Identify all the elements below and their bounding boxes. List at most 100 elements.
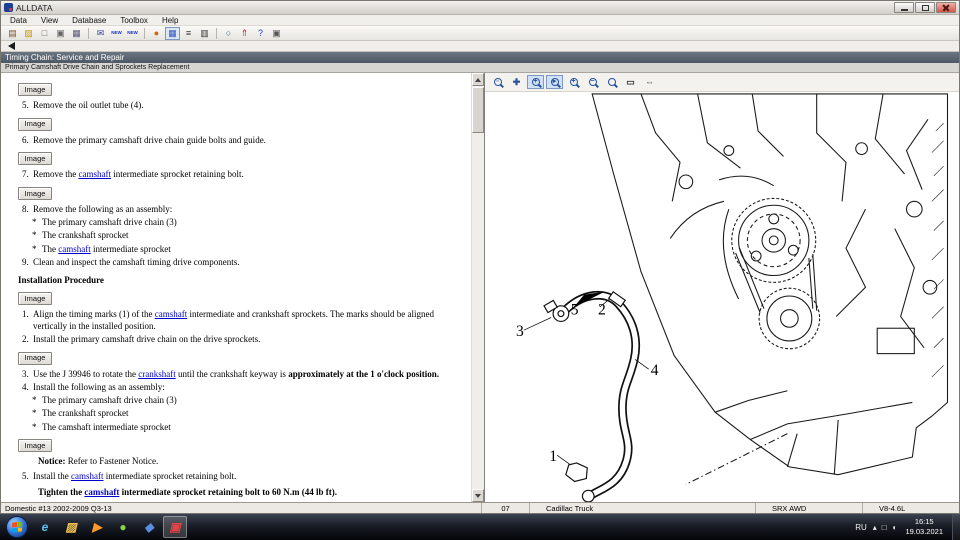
volume-icon[interactable]: ◖ [892, 523, 897, 532]
main-area: Image5.Remove the oil outlet tube (4).Im… [1, 73, 959, 502]
document-icon[interactable]: □ [37, 27, 52, 40]
pan-icon[interactable]: ✚ [508, 75, 525, 89]
maximize-button[interactable] [915, 2, 935, 13]
status-cell-2: Cadillac Truck [530, 503, 756, 513]
hidden-icons-icon[interactable]: ▴ [873, 523, 877, 532]
zoom-reset-icon[interactable] [603, 75, 620, 89]
zoom-in-icon[interactable]: + [565, 75, 582, 89]
bullet-marker: * [32, 395, 42, 407]
callout-1: 1 [549, 448, 557, 465]
procedure-link[interactable]: camshaft [84, 487, 119, 497]
close-button[interactable] [936, 2, 956, 13]
status-cell-3: SRX AWD [756, 503, 863, 513]
zoom-window-icon[interactable]: ▫ [489, 75, 506, 89]
folder-icon[interactable]: ▨ [21, 27, 36, 40]
status-bar: Domestic #13 2002-2009 Q3-1307Cadillac T… [1, 502, 959, 513]
new-item-icon[interactable]: NEW [109, 27, 124, 40]
language-indicator[interactable]: RU [855, 523, 867, 532]
tray-icons: ▴ □ ◖ [873, 523, 897, 532]
app-icon-blue[interactable]: ◆ [137, 516, 161, 538]
back-button[interactable] [8, 42, 15, 50]
procedure-link[interactable]: camshaft [79, 169, 111, 179]
fit-width-icon[interactable]: ⇔ [641, 75, 658, 89]
image-button[interactable]: Image [18, 118, 52, 131]
procedure-para: Tighten the camshaft intermediate sprock… [38, 487, 445, 499]
windows-flag-icon [12, 522, 22, 533]
show-desktop-button[interactable] [952, 514, 960, 540]
procedure-bullet: *The crankshaft sprocket [32, 408, 445, 420]
procedure-bullet: *The camshaft intermediate sprocket [32, 422, 445, 434]
taskbar-icons: e▨▶●◆▣ [32, 514, 188, 540]
help-icon[interactable]: ? [253, 27, 268, 40]
taskbar: e▨▶●◆▣ RU ▴ □ ◖ 16:15 19.03.2021 [0, 514, 960, 540]
procedure-link[interactable]: camshaft [155, 309, 187, 319]
menu-help[interactable]: Help [155, 16, 185, 25]
procedure-step: 7.Remove the camshaft intermediate sproc… [17, 169, 445, 181]
layout-list-icon[interactable]: ≡ [181, 27, 196, 40]
scrollbar-track[interactable] [471, 73, 484, 502]
menu-data[interactable]: Data [3, 16, 34, 25]
scroll-up-button[interactable] [472, 73, 484, 86]
page-title-bar: Timing Chain: Service and Repair [1, 52, 959, 63]
taskbar-clock[interactable]: 16:15 19.03.2021 [902, 517, 946, 537]
procedure-para: Notice: Refer to Fastener Notice. [38, 456, 445, 468]
image-button[interactable]: Image [18, 292, 52, 305]
layout-grid-icon[interactable]: ▦ [165, 27, 180, 40]
start-button[interactable] [6, 516, 28, 538]
vehicle-icon[interactable]: ● [149, 27, 164, 40]
alldata-task-icon[interactable]: ▣ [163, 516, 187, 538]
step-number: 9. [17, 257, 33, 269]
minimize-button[interactable] [894, 2, 914, 13]
page-subtitle-bar: Primary Camshaft Drive Chain and Sprocke… [1, 63, 959, 73]
zoom-select-icon[interactable]: ▸ [546, 75, 563, 89]
procedure-link[interactable]: crankshaft [138, 369, 175, 379]
callout-4: 4 [651, 362, 659, 379]
status-cell-4: V8-4.6L [863, 503, 959, 513]
procedure-link[interactable]: camshaft [71, 471, 103, 481]
navigation-row [1, 41, 959, 52]
callout-5: 5 [571, 302, 579, 319]
media-player-icon[interactable]: ▶ [85, 516, 109, 538]
layout-columns-icon[interactable]: ▥ [197, 27, 212, 40]
explorer-icon[interactable]: ▨ [59, 516, 83, 538]
internet-explorer-icon[interactable]: e [33, 516, 57, 538]
diagram-toolbar: ▫✚+▸+−▭⇔ [485, 73, 959, 92]
step-number: 6. [17, 135, 33, 147]
zoom-icon[interactable]: ○ [221, 27, 236, 40]
new-window-icon[interactable]: NEW [125, 27, 140, 40]
print-preview-icon[interactable]: ▣ [269, 27, 284, 40]
maximize-icon [922, 5, 929, 11]
menu-toolbox[interactable]: Toolbox [113, 16, 155, 25]
step-number: 5. [17, 471, 33, 483]
copy-icon[interactable]: ▣ [53, 27, 68, 40]
image-button[interactable]: Image [18, 152, 52, 165]
print-icon[interactable]: ▦ [69, 27, 84, 40]
menu-database[interactable]: Database [65, 16, 113, 25]
procedure-link[interactable]: camshaft [58, 244, 90, 254]
image-button[interactable]: Image [18, 439, 52, 452]
upload-icon[interactable]: ⇑ [237, 27, 252, 40]
books-icon[interactable]: ▤ [5, 27, 20, 40]
zoom-out-icon[interactable]: − [584, 75, 601, 89]
scroll-down-button[interactable] [472, 489, 484, 502]
image-button[interactable]: Image [18, 83, 52, 96]
scroll-thumb[interactable] [472, 87, 484, 133]
toolbar-separator [144, 28, 145, 39]
diagram-callouts: 35241 [516, 302, 659, 465]
image-button[interactable]: Image [18, 187, 52, 200]
app-icon-green[interactable]: ● [111, 516, 135, 538]
procedure-bullet: *The primary camshaft drive chain (3) [32, 217, 445, 229]
fit-page-icon[interactable]: ▭ [622, 75, 639, 89]
procedure-step: 6.Remove the primary camshaft drive chai… [17, 135, 445, 147]
toolbar-separator [88, 28, 89, 39]
step-number: 5. [17, 100, 33, 112]
mail-icon[interactable]: ✉ [93, 27, 108, 40]
procedure-bullet: *The crankshaft sprocket [32, 230, 445, 242]
menu-view[interactable]: View [34, 16, 65, 25]
image-button[interactable]: Image [18, 352, 52, 365]
zoom-in-mode-icon[interactable]: + [527, 75, 544, 89]
clock-time: 16:15 [905, 517, 943, 527]
title-bar: ALLDATA [1, 1, 959, 15]
bullet-marker: * [32, 422, 42, 434]
network-icon[interactable]: □ [882, 523, 887, 532]
